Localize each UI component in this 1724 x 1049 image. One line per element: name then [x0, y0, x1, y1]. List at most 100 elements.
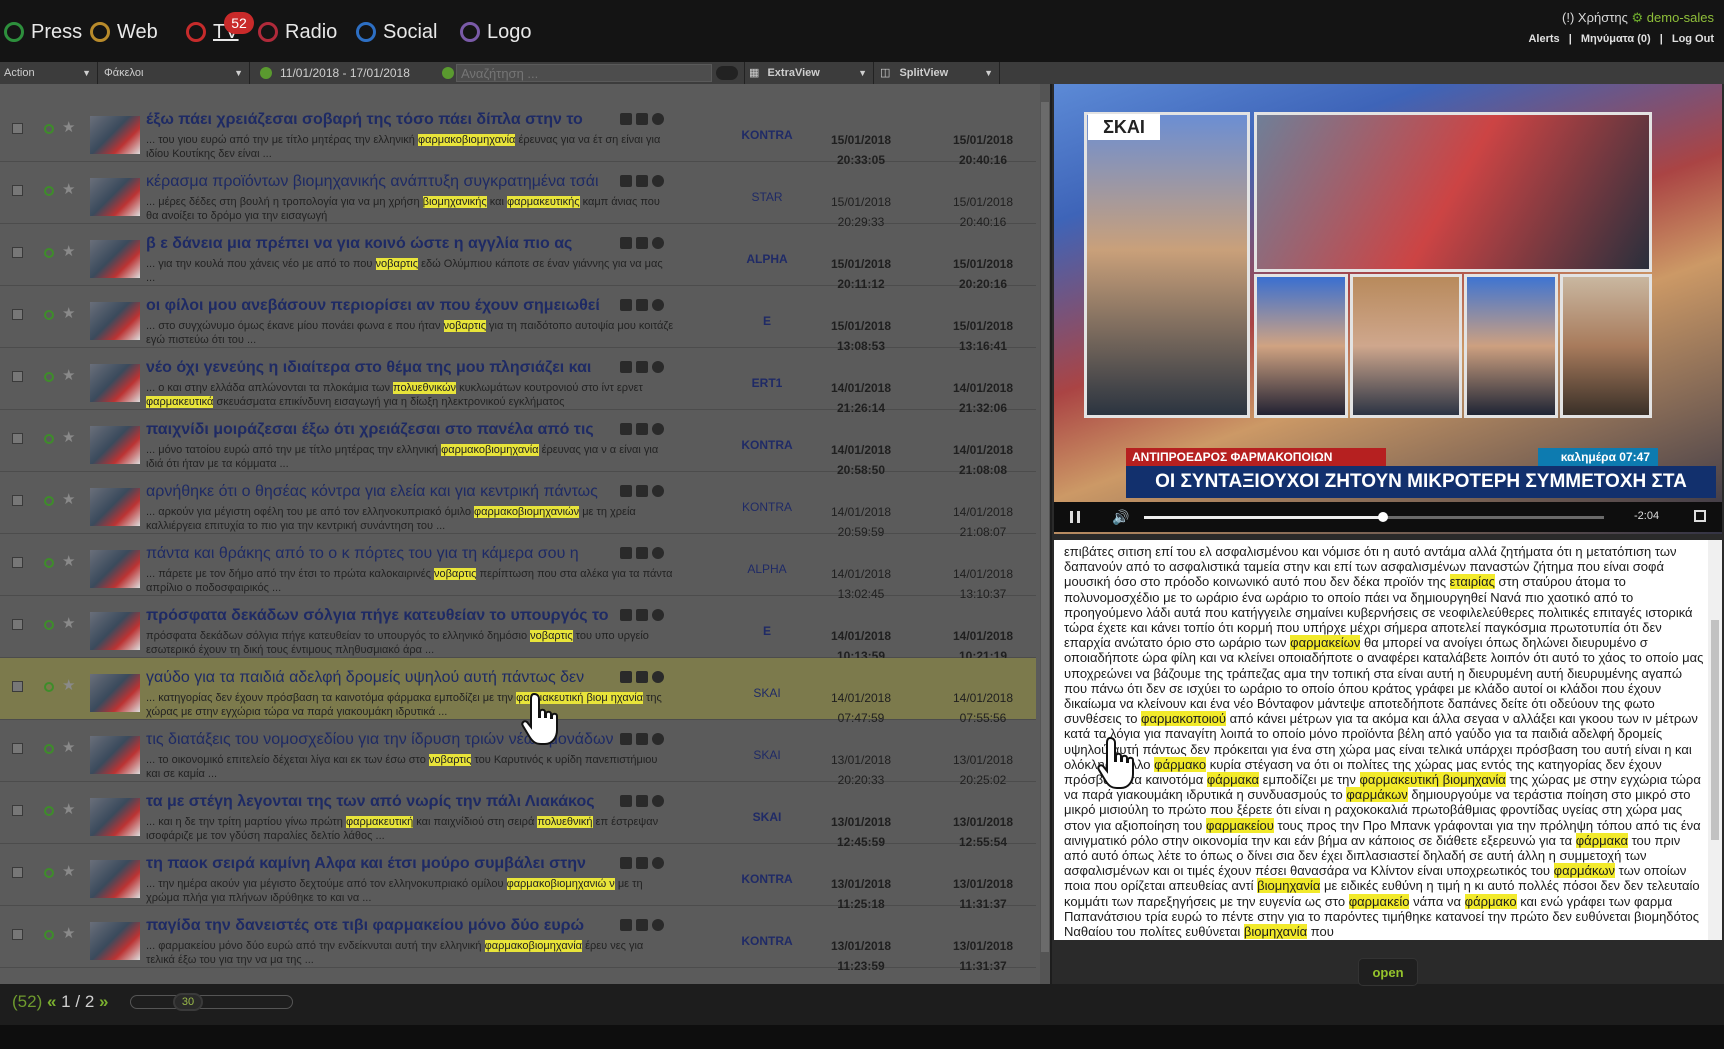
- record-icon[interactable]: [652, 733, 664, 745]
- save-icon[interactable]: [636, 423, 648, 435]
- status-icon[interactable]: [44, 248, 54, 258]
- row-title[interactable]: αρνήθηκε ότι ο θησέας κόντρα για ελεία κ…: [146, 483, 614, 501]
- star-icon[interactable]: ★: [62, 118, 75, 136]
- save-icon[interactable]: [636, 485, 648, 497]
- row-checkbox[interactable]: [12, 929, 23, 940]
- seek-handle[interactable]: [1378, 512, 1389, 522]
- edit-icon[interactable]: [620, 361, 632, 373]
- row-title[interactable]: β ε δάνεια μια πρέπει να για κοινό ώστε …: [146, 235, 614, 253]
- table-row[interactable]: ★ νέο όχι γενεύης η ιδιαίτερα στο θέμα τη…: [0, 348, 1036, 415]
- save-icon[interactable]: [636, 175, 648, 187]
- save-icon[interactable]: [636, 361, 648, 373]
- record-icon[interactable]: [652, 609, 664, 621]
- row-thumbnail[interactable]: [90, 302, 140, 340]
- row-checkbox[interactable]: [12, 619, 23, 630]
- star-icon[interactable]: ★: [62, 242, 75, 260]
- star-icon[interactable]: ★: [62, 428, 75, 446]
- row-title[interactable]: γαύδο για τα παιδιά αδελφή δρομείς υψηλο…: [146, 669, 614, 687]
- nav-radio[interactable]: Radio: [258, 17, 337, 47]
- star-icon[interactable]: ★: [62, 180, 75, 198]
- row-title[interactable]: παγίδα την δανειστές οτε τιβι φαρμακείου…: [146, 917, 614, 935]
- status-icon[interactable]: [44, 806, 54, 816]
- status-icon[interactable]: [44, 682, 54, 692]
- status-icon[interactable]: [44, 310, 54, 320]
- row-title[interactable]: παιχνίδι μοιράζεσαι έξω ότι χρειάζεσαι σ…: [146, 421, 614, 439]
- status-icon[interactable]: [44, 372, 54, 382]
- row-title[interactable]: πάντα και θράκης από το ο κ πόρτες του γ…: [146, 545, 614, 563]
- save-icon[interactable]: [636, 609, 648, 621]
- table-row[interactable]: ★ γαύδο για τα παιδιά αδελφή δρομείς υψηλ…: [0, 658, 1036, 725]
- save-icon[interactable]: [636, 299, 648, 311]
- save-icon[interactable]: [636, 547, 648, 559]
- table-row[interactable]: ★ τα με στέγη λεγονται της των από νωρίς …: [0, 782, 1036, 849]
- row-title[interactable]: κέρασμα προϊόντων βιομηχανικής ανάπτυξη …: [146, 173, 614, 191]
- edit-icon[interactable]: [620, 919, 632, 931]
- table-row[interactable]: ★ τη παοκ σειρά καμίνη Αλφα και έτσι μούρ…: [0, 844, 1036, 911]
- row-thumbnail[interactable]: [90, 736, 140, 774]
- star-icon[interactable]: ★: [62, 490, 75, 508]
- search-toggle[interactable]: [716, 66, 738, 80]
- next-date-icon[interactable]: [442, 67, 454, 79]
- row-checkbox[interactable]: [12, 433, 23, 444]
- row-thumbnail[interactable]: [90, 488, 140, 526]
- folders-dropdown[interactable]: Φάκελοι ▼: [100, 62, 250, 84]
- table-row[interactable]: ★ αρνήθηκε ότι ο θησέας κόντρα για ελεία …: [0, 472, 1036, 539]
- star-icon[interactable]: ★: [62, 552, 75, 570]
- save-icon[interactable]: [636, 113, 648, 125]
- edit-icon[interactable]: [620, 237, 632, 249]
- row-thumbnail[interactable]: [90, 550, 140, 588]
- messages-link[interactable]: Μηνύματα (0): [1581, 33, 1651, 45]
- star-icon[interactable]: ★: [62, 304, 75, 322]
- row-title[interactable]: πρόσφατα δεκάδων σόλγια πήγε κατευθείαν …: [146, 607, 614, 625]
- seek-bar[interactable]: [1144, 512, 1604, 522]
- edit-icon[interactable]: [620, 485, 632, 497]
- save-icon[interactable]: [636, 857, 648, 869]
- status-icon[interactable]: [44, 930, 54, 940]
- record-icon[interactable]: [652, 237, 664, 249]
- extraview-dropdown[interactable]: ▦ ExtraView ▼: [744, 62, 874, 84]
- row-thumbnail[interactable]: [90, 922, 140, 960]
- edit-icon[interactable]: [620, 733, 632, 745]
- status-icon[interactable]: [44, 558, 54, 568]
- row-checkbox[interactable]: [12, 805, 23, 816]
- star-icon[interactable]: ★: [62, 738, 75, 756]
- star-icon[interactable]: ★: [62, 924, 75, 942]
- volume-icon[interactable]: 🔊: [1112, 509, 1129, 526]
- record-icon[interactable]: [652, 299, 664, 311]
- table-row[interactable]: ★ πάντα και θράκης από το ο κ πόρτες του …: [0, 534, 1036, 601]
- alerts-link[interactable]: Alerts: [1528, 33, 1559, 45]
- row-thumbnail[interactable]: [90, 426, 140, 464]
- row-checkbox[interactable]: [12, 185, 23, 196]
- row-title[interactable]: τα με στέγη λεγονται της των από νωρίς τ…: [146, 793, 614, 811]
- row-thumbnail[interactable]: [90, 240, 140, 278]
- date-range[interactable]: 11/01/2018 - 17/01/2018: [256, 65, 436, 81]
- save-icon[interactable]: [636, 733, 648, 745]
- fullscreen-icon[interactable]: [1694, 510, 1706, 522]
- record-icon[interactable]: [652, 113, 664, 125]
- row-checkbox[interactable]: [12, 867, 23, 878]
- row-thumbnail[interactable]: [90, 674, 140, 712]
- prev-date-icon[interactable]: [260, 67, 272, 79]
- table-row[interactable]: ★ παγίδα την δανειστές οτε τιβι φαρμακείο…: [0, 906, 1036, 973]
- table-row[interactable]: ★ πρόσφατα δεκάδων σόλγια πήγε κατευθείαν…: [0, 596, 1036, 663]
- record-icon[interactable]: [652, 175, 664, 187]
- status-icon[interactable]: [44, 744, 54, 754]
- nav-press[interactable]: Press: [4, 17, 82, 47]
- edit-icon[interactable]: [620, 113, 632, 125]
- per-page-value[interactable]: 30: [173, 993, 203, 1011]
- edit-icon[interactable]: [620, 299, 632, 311]
- row-thumbnail[interactable]: [90, 860, 140, 898]
- row-checkbox[interactable]: [12, 123, 23, 134]
- star-icon[interactable]: ★: [62, 862, 75, 880]
- table-row[interactable]: ★ β ε δάνεια μια πρέπει να για κοινό ώστε…: [0, 224, 1036, 291]
- open-button[interactable]: open: [1358, 958, 1418, 986]
- video-player[interactable]: ΣΚΑΙ ΑΝΤΙΠΡΟΕΔΡΟΣ ΦΑΡΜΑΚΟΠΟΙΩΝ καλημέρα …: [1054, 84, 1722, 534]
- splitview-dropdown[interactable]: ◫ SplitView ▼: [876, 62, 1000, 84]
- row-thumbnail[interactable]: [90, 612, 140, 650]
- record-icon[interactable]: [652, 671, 664, 683]
- star-icon[interactable]: ★: [62, 676, 75, 694]
- status-icon[interactable]: [44, 434, 54, 444]
- star-icon[interactable]: ★: [62, 366, 75, 384]
- row-thumbnail[interactable]: [90, 798, 140, 836]
- edit-icon[interactable]: [620, 795, 632, 807]
